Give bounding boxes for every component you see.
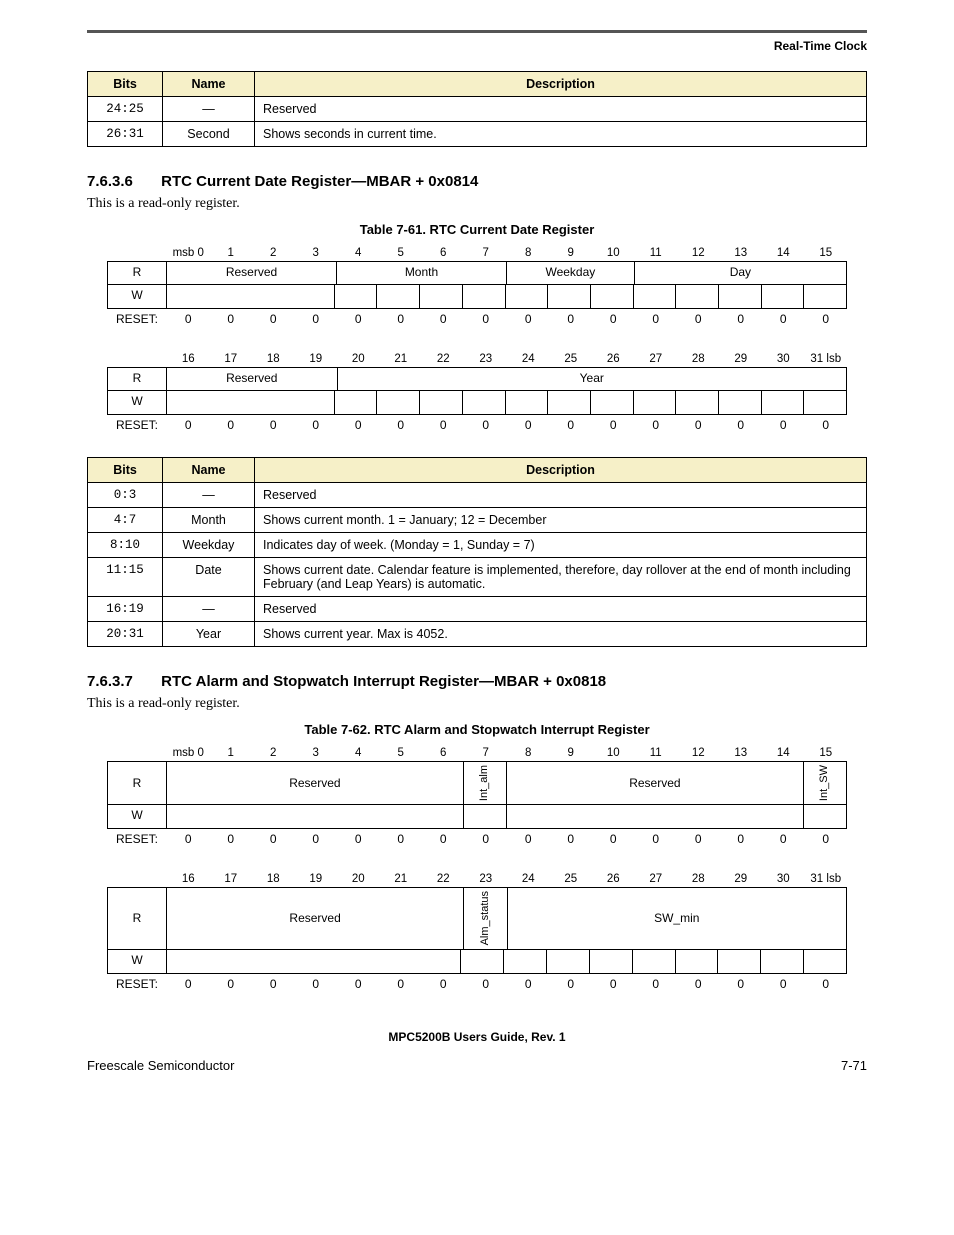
footer-center: MPC5200B Users Guide, Rev. 1 xyxy=(87,1030,867,1044)
section-heading-7636: 7.6.3.6 RTC Current Date Register—MBAR +… xyxy=(87,173,867,190)
footer-bottom: Freescale Semiconductor 7-71 xyxy=(87,1058,867,1073)
table-row: 4:7MonthShows current month. 1 = January… xyxy=(88,508,867,533)
section-heading-7637: 7.6.3.7 RTC Alarm and Stopwatch Interrup… xyxy=(87,673,867,690)
field-reserved: Reserved xyxy=(167,887,464,949)
table-row: 0:3—Reserved xyxy=(88,483,867,508)
field-reserved: Reserved xyxy=(507,761,804,805)
th-name: Name xyxy=(163,72,255,97)
para-7637: This is a read-only register. xyxy=(87,696,867,712)
table-row: 26:31 Second Shows seconds in current ti… xyxy=(88,122,867,147)
bitlayout-61-top: msb 0 1 2 3 4 5 6 7 8 9 10 11 12 13 14 1… xyxy=(107,245,847,329)
field-int-alm: Int_alm xyxy=(464,761,507,805)
caption-762: Table 7-62. RTC Alarm and Stopwatch Inte… xyxy=(87,722,867,737)
th-desc: Description xyxy=(255,72,867,97)
field-month: Month xyxy=(337,261,507,285)
bitlayout-62-bot: 16 17 18 19 20 21 22 23 24 25 26 27 28 2… xyxy=(107,871,847,993)
desc-table-61: Bits Name Description 0:3—Reserved 4:7Mo… xyxy=(87,457,867,647)
chapter-header: Real-Time Clock xyxy=(87,39,867,53)
th-bits: Bits xyxy=(88,72,163,97)
para-7636: This is a read-only register. xyxy=(87,196,867,212)
footer-left: Freescale Semiconductor xyxy=(87,1058,234,1073)
field-reserved: Reserved xyxy=(167,761,464,805)
field-weekday: Weekday xyxy=(507,261,635,285)
table-row: 11:15DateShows current date. Calendar fe… xyxy=(88,558,867,597)
bitlayout-62-top: msb 0 1 2 3 4 5 6 7 8 9 10 11 12 13 14 1… xyxy=(107,745,847,849)
top-rule xyxy=(87,30,867,33)
bitlayout-61-bot: 16 17 18 19 20 21 22 23 24 25 26 27 28 2… xyxy=(107,351,847,435)
field-sw-min: SW_min xyxy=(508,887,848,949)
field-year: Year xyxy=(338,367,848,391)
table-row: 16:19—Reserved xyxy=(88,597,867,622)
frag-table-top: Bits Name Description 24:25 — Reserved 2… xyxy=(87,71,867,147)
field-reserved: Reserved xyxy=(167,367,338,391)
table-row: 24:25 — Reserved xyxy=(88,97,867,122)
caption-761: Table 7-61. RTC Current Date Register xyxy=(87,222,867,237)
table-row: 8:10WeekdayIndicates day of week. (Monda… xyxy=(88,533,867,558)
footer-right: 7-71 xyxy=(841,1058,867,1073)
field-reserved: Reserved xyxy=(167,261,337,285)
field-alm-status: Alm_status xyxy=(464,887,507,949)
field-day: Day xyxy=(635,261,847,285)
table-row: 20:31YearShows current year. Max is 4052… xyxy=(88,622,867,647)
field-int-sw: Int_SW xyxy=(804,761,847,805)
